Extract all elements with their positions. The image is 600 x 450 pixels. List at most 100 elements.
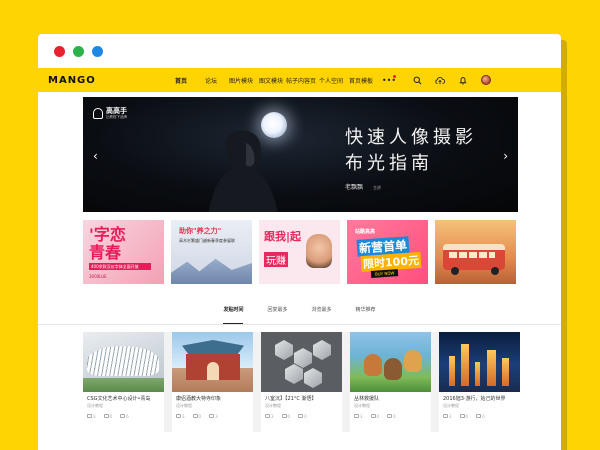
view-count: 3 <box>443 414 452 419</box>
cartoon-animal <box>404 350 422 372</box>
comment-count: 0 <box>281 414 290 419</box>
like-icon <box>387 414 393 418</box>
eye-icon <box>176 414 181 418</box>
lawn-illustration <box>83 378 164 392</box>
banner-next-arrow-icon[interactable]: › <box>503 149 508 163</box>
banner-brand: 高高手 比教程下品牌 <box>93 107 127 120</box>
brand-tagline: 比教程下品牌 <box>106 115 127 119</box>
city-tower <box>449 356 455 386</box>
eye-icon <box>354 414 359 418</box>
promo-thumb-power[interactable]: 助你"养之力" 高木杉繁盛门越新春季度参展联 <box>171 220 252 284</box>
post-card[interactable]: 丛林救援队 设计教程 3 0 0 <box>350 332 431 442</box>
post-card-stats: 3 0 3 <box>172 410 253 423</box>
banner-author: 老飘飘 主讲 <box>345 182 381 191</box>
post-card[interactable]: 康侣酒教大特寺印象 设计教程 3 0 3 <box>172 332 253 442</box>
post-card[interactable]: 八室沉】【21°C 渐悟】 设计教程 3 0 0 <box>261 332 342 442</box>
eye-icon <box>265 414 270 418</box>
user-avatar[interactable] <box>481 75 491 85</box>
nav-item-home[interactable]: 首页 <box>166 76 196 85</box>
eye-icon <box>87 414 92 418</box>
promo-thumb-power-title: 助你"养之力" <box>179 227 222 235</box>
banner-title-line1: 快速人像摄影 <box>345 127 477 148</box>
nav-item-forum[interactable]: 论坛 <box>196 76 226 85</box>
city-tower <box>487 350 496 386</box>
post-card-category: 设计教程 <box>443 403 459 408</box>
post-card-title: 丛林救援队 <box>354 396 380 402</box>
mountain-illustration <box>171 258 252 284</box>
nav-item-post-page[interactable]: 帖子内容页 <box>286 76 316 85</box>
comment-icon <box>192 414 198 418</box>
post-card-title: 康侣酒教大特寺印象 <box>176 396 222 402</box>
maximize-window-dot[interactable] <box>92 45 103 57</box>
architecture-illustration <box>87 346 159 376</box>
browser-window: MANGO 首页 论坛 图片模块 图文模块 帖子内容页 个人空间 首页模板 ••… <box>38 34 561 450</box>
notification-dot <box>393 74 396 78</box>
upload-icon[interactable] <box>435 75 445 85</box>
portrait-silhouette <box>208 130 278 212</box>
close-window-dot[interactable] <box>54 45 65 57</box>
banner-author-role: 主讲 <box>372 185 381 190</box>
post-card-category: 设计教程 <box>87 403 103 408</box>
like-count: 0 <box>298 414 307 419</box>
banner-title-line2: 布光指南 <box>345 153 433 174</box>
like-count: 0 <box>387 414 396 419</box>
post-card-stats: 3 0 0 <box>439 410 520 423</box>
site-logo[interactable]: MANGO <box>48 75 166 86</box>
nav-item-home-template[interactable]: 首页模板 <box>346 76 376 85</box>
like-icon <box>209 414 215 418</box>
view-count: 3 <box>176 414 185 419</box>
window-chrome <box>38 34 561 68</box>
nav-menu: 首页 论坛 图片模块 图文模块 帖子内容页 个人空间 首页模板 <box>166 76 376 85</box>
like-count: 6 <box>120 414 129 419</box>
promo-thumb-sale-buy: BUY NOW <box>370 269 399 278</box>
like-icon <box>120 414 126 418</box>
post-card-image <box>439 332 520 392</box>
post-card-title: CSG文化艺术中心设计•青岛 <box>87 396 151 402</box>
promo-thumb-sale-logo: 站酷高高 <box>355 229 376 235</box>
nav-item-graphic-module[interactable]: 图文模块 <box>256 76 286 85</box>
avatar-image <box>481 75 491 85</box>
post-card-image <box>83 332 164 392</box>
post-card-stats: 3 0 0 <box>350 410 431 423</box>
portrait-photo <box>306 234 332 268</box>
post-card-image <box>261 332 342 392</box>
promo-thumb-font-youth-bar: 400余款汉仪字体全面开放 <box>89 263 151 270</box>
promo-thumb-font-youth[interactable]: '字恋 青春 400余款汉仪字体全面开放 3000LUE <box>83 220 164 284</box>
nav-icon-group <box>412 75 491 85</box>
nav-item-personal-space[interactable]: 个人空间 <box>316 76 346 85</box>
brand-mark-icon <box>93 108 103 119</box>
post-card[interactable]: 2016旭3·游行，始己的世界 设计教程 3 0 0 <box>439 332 520 442</box>
comment-icon <box>281 414 287 418</box>
post-card-title: 八室沉】【21°C 渐悟】 <box>265 396 317 402</box>
search-icon[interactable] <box>412 75 422 85</box>
promo-thumb-sale[interactable]: 站酷高高 新营首单 限时100元 BUY NOW <box>347 220 428 284</box>
promo-thumbnail-row: '字恋 青春 400余款汉仪字体全面开放 3000LUE 助你"养之力" 高木杉… <box>83 220 518 284</box>
bus-wheel-front <box>451 267 459 275</box>
tab-divider <box>38 324 561 325</box>
promo-thumb-bus[interactable] <box>435 220 516 284</box>
tab-most-replies[interactable]: 回复最多 <box>267 302 287 324</box>
banner-title: 快速人像摄影 布光指南 <box>345 125 477 177</box>
bus-windows <box>449 252 495 258</box>
view-count: 3 <box>265 414 274 419</box>
tab-post-time[interactable]: 发贴时间 <box>223 302 244 324</box>
top-navbar: MANGO 首页 论坛 图片模块 图文模块 帖子内容页 个人空间 首页模板 ••… <box>38 68 561 92</box>
like-count: 3 <box>209 414 218 419</box>
tab-featured[interactable]: 精华推荐 <box>356 302 376 324</box>
hexagon-shape <box>313 340 331 360</box>
more-menu-button[interactable]: ••• <box>376 74 402 85</box>
post-card-stats: 3 0 0 <box>261 410 342 423</box>
bell-icon[interactable] <box>458 75 468 85</box>
temple-roof <box>182 340 244 354</box>
temple-door <box>207 362 219 380</box>
minimize-window-dot[interactable] <box>73 45 84 57</box>
comment-icon <box>370 414 376 418</box>
banner-prev-arrow-icon[interactable]: ‹ <box>93 149 98 163</box>
post-card[interactable]: CSG文化艺术中心设计•青岛 设计教程 3 0 6 <box>83 332 164 442</box>
tab-most-views[interactable]: 浏览最多 <box>312 302 332 324</box>
promo-thumb-power-text: 高木杉繁盛门越新春季度参展联 <box>179 238 235 243</box>
cartoon-animal <box>364 354 382 376</box>
nav-item-image-module[interactable]: 图片模块 <box>226 76 256 85</box>
hero-banner[interactable]: 高高手 比教程下品牌 快速人像摄影 布光指南 老飘飘 主讲 ‹ › <box>83 97 518 212</box>
promo-thumb-join[interactable]: 跟我|起 玩赚 <box>259 220 340 284</box>
